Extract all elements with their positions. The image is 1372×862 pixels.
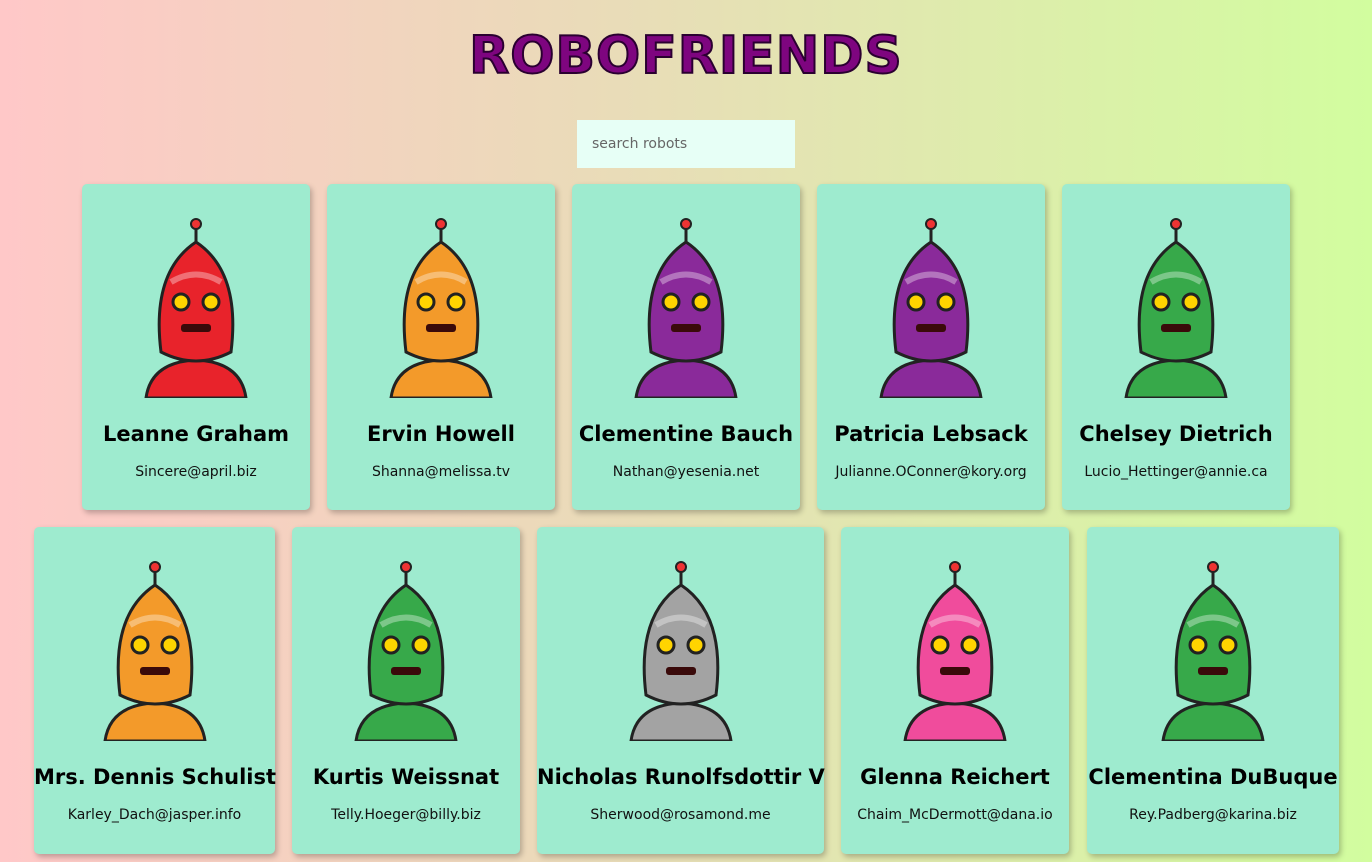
robot-avatar [102, 561, 207, 741]
robot-avatar [144, 218, 248, 398]
robot-name: Clementina DuBuque [1088, 765, 1338, 789]
robot-avatar [879, 218, 983, 398]
robot-card[interactable]: Glenna Reichert Chaim_McDermott@dana.io [841, 527, 1069, 854]
robot-name: Patricia Lebsack [834, 422, 1028, 446]
robot-avatar [1161, 561, 1265, 741]
app-title: ROBOFRIENDS [468, 25, 903, 87]
robot-name: Leanne Graham [102, 422, 290, 446]
robot-avatar [1124, 218, 1228, 398]
robot-card[interactable]: Clementina DuBuque Rey.Padberg@karina.bi… [1087, 527, 1339, 854]
robot-name: Ervin Howell [367, 422, 515, 446]
robot-card[interactable]: Nicholas Runolfsdottir V Sherwood@rosamo… [537, 527, 825, 854]
robot-card[interactable]: Mrs. Dennis Schulist Karley_Dach@jasper.… [34, 527, 277, 854]
robot-card[interactable]: Chelsey Dietrich Lucio_Hettinger@annie.c… [1062, 184, 1290, 510]
robot-name: Mrs. Dennis Schulist [34, 765, 277, 789]
robot-email: Nathan@yesenia.net [612, 464, 760, 480]
robot-avatar [354, 561, 458, 741]
robot-email: Karley_Dach@jasper.info [67, 807, 242, 823]
robot-avatar [389, 218, 493, 398]
robot-email: Sherwood@rosamond.me [590, 807, 771, 823]
robot-email: Rey.Padberg@karina.biz [1129, 807, 1297, 823]
robot-name: Chelsey Dietrich [1079, 422, 1273, 446]
robot-email: Shanna@melissa.tv [371, 464, 511, 480]
robot-avatar [903, 561, 1007, 741]
robot-card[interactable]: Kurtis Weissnat Telly.Hoeger@billy.biz [292, 527, 520, 854]
robot-email: Julianne.OConner@kory.org [835, 464, 1027, 480]
robot-avatar [628, 561, 733, 741]
robot-name: Nicholas Runolfsdottir V [537, 765, 825, 789]
robot-name: Kurtis Weissnat [312, 765, 500, 789]
robot-card[interactable]: Leanne Graham Sincere@april.biz [82, 184, 310, 510]
robot-name: Glenna Reichert [860, 765, 1050, 789]
robot-card[interactable]: Patricia Lebsack Julianne.OConner@kory.o… [817, 184, 1045, 510]
robot-card[interactable]: Ervin Howell Shanna@melissa.tv [327, 184, 555, 510]
robot-card[interactable]: Clementine Bauch Nathan@yesenia.net [572, 184, 800, 510]
robot-email: Chaim_McDermott@dana.io [857, 807, 1053, 823]
robot-name: Clementine Bauch [578, 422, 794, 446]
robot-email: Sincere@april.biz [135, 464, 257, 480]
robot-email: Telly.Hoeger@billy.biz [331, 807, 481, 823]
robot-email: Lucio_Hettinger@annie.ca [1084, 464, 1268, 480]
robot-avatar [634, 218, 738, 398]
search-input[interactable] [577, 120, 795, 168]
